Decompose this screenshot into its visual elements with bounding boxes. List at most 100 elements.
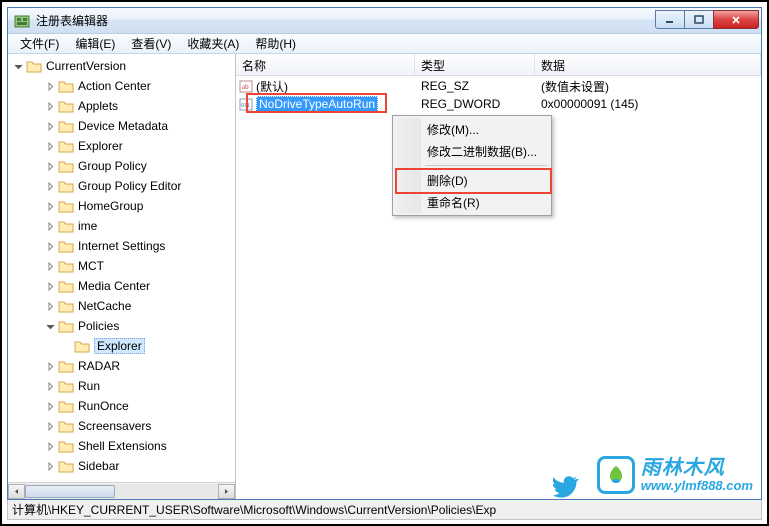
tree-label: Explorer	[78, 139, 123, 153]
column-name[interactable]: 名称	[236, 54, 415, 75]
menubar: 文件(F) 编辑(E) 查看(V) 收藏夹(A) 帮助(H)	[8, 34, 761, 54]
value-data: (数值未设置)	[535, 78, 761, 95]
scrollbar-thumb[interactable]	[25, 485, 115, 498]
chevron-right-icon[interactable]	[44, 420, 56, 432]
tree-item[interactable]: Applets	[8, 96, 235, 116]
close-button[interactable]	[713, 10, 759, 29]
scroll-left-icon[interactable]	[8, 484, 25, 499]
tree-item[interactable]: Shell Extensions	[8, 436, 235, 456]
tree-item[interactable]: MCT	[8, 256, 235, 276]
tree-item[interactable]: Internet Settings	[8, 236, 235, 256]
tree-label: Policies	[78, 319, 119, 333]
context-rename[interactable]: 重命名(R)	[395, 191, 549, 213]
tree-item[interactable]: Group Policy	[8, 156, 235, 176]
chevron-right-icon[interactable]	[44, 200, 56, 212]
scroll-right-icon[interactable]	[218, 484, 235, 499]
tree-label: Sidebar	[78, 459, 119, 473]
tree-item[interactable]: Screensavers	[8, 416, 235, 436]
tree-panel: CurrentVersion Action Center Applets Device…	[8, 54, 236, 499]
app-icon	[14, 13, 30, 29]
chevron-right-icon[interactable]	[44, 160, 56, 172]
chevron-right-icon[interactable]	[44, 440, 56, 452]
chevron-right-icon[interactable]	[44, 280, 56, 292]
value-data: 0x00000091 (145)	[535, 97, 761, 111]
list-row[interactable]: 011NoDriveTypeAutoRunREG_DWORD0x00000091…	[236, 95, 761, 113]
context-separator	[425, 165, 547, 166]
tree-item[interactable]: Sidebar	[8, 456, 235, 476]
menu-edit[interactable]: 编辑(E)	[67, 33, 123, 54]
tree-label: Shell Extensions	[78, 439, 167, 453]
list-header[interactable]: 名称 类型 数据	[236, 54, 761, 76]
tree-scrollbar[interactable]	[8, 482, 235, 499]
tree-label: Run	[78, 379, 100, 393]
context-modify-binary[interactable]: 修改二进制数据(B)...	[395, 140, 549, 162]
tree-item[interactable]: Media Center	[8, 276, 235, 296]
window-title: 注册表编辑器	[34, 12, 656, 29]
watermark-logo-icon	[597, 456, 635, 494]
chevron-right-icon[interactable]	[44, 400, 56, 412]
list-row[interactable]: ab(默认)REG_SZ(数值未设置)	[236, 77, 761, 95]
chevron-right-icon[interactable]	[44, 80, 56, 92]
tree-label: Media Center	[78, 279, 150, 293]
context-delete[interactable]: 删除(D)	[395, 169, 549, 191]
tree-item[interactable]: ime	[8, 216, 235, 236]
tree-item[interactable]: Device Metadata	[8, 116, 235, 136]
tree-item[interactable]: Run	[8, 376, 235, 396]
tree-item[interactable]: RunOnce	[8, 396, 235, 416]
tree-label: RADAR	[78, 359, 120, 373]
chevron-down-icon[interactable]	[44, 320, 56, 332]
context-modify[interactable]: 修改(M)...	[395, 118, 549, 140]
chevron-down-icon[interactable]	[12, 60, 24, 72]
tree-label: Internet Settings	[78, 239, 165, 253]
chevron-right-icon[interactable]	[44, 220, 56, 232]
tree-item[interactable]: CurrentVersion	[8, 56, 235, 76]
svg-text:ab: ab	[242, 83, 249, 91]
tree-item[interactable]: HomeGroup	[8, 196, 235, 216]
context-menu: 修改(M)... 修改二进制数据(B)... 删除(D) 重命名(R)	[392, 115, 552, 216]
tree-label: Device Metadata	[78, 119, 168, 133]
tree-label: CurrentVersion	[46, 59, 126, 73]
chevron-right-icon[interactable]	[44, 120, 56, 132]
tree-label: Applets	[78, 99, 118, 113]
value-type: REG_DWORD	[415, 97, 535, 111]
tree-item[interactable]: Explorer	[8, 336, 235, 356]
minimize-button[interactable]	[655, 10, 685, 29]
chevron-right-icon[interactable]	[44, 240, 56, 252]
tree-label: ime	[78, 219, 97, 233]
chevron-right-icon[interactable]	[44, 140, 56, 152]
tree-label: Group Policy	[78, 159, 147, 173]
chevron-right-icon[interactable]	[44, 260, 56, 272]
statusbar-path: 计算机\HKEY_CURRENT_USER\Software\Microsoft…	[12, 501, 496, 518]
tree-item[interactable]: Policies	[8, 316, 235, 336]
chevron-right-icon[interactable]	[44, 300, 56, 312]
statusbar: 计算机\HKEY_CURRENT_USER\Software\Microsoft…	[7, 500, 762, 520]
chevron-right-icon[interactable]	[44, 180, 56, 192]
tree-label: MCT	[78, 259, 104, 273]
watermark: 雨林木风 www.ylmf888.com	[597, 456, 753, 494]
column-type[interactable]: 类型	[415, 54, 535, 75]
svg-text:011: 011	[241, 103, 250, 109]
tree-item[interactable]: RADAR	[8, 356, 235, 376]
tree-label: Action Center	[78, 79, 151, 93]
chevron-right-icon[interactable]	[44, 460, 56, 472]
watermark-text: 雨林木风	[641, 457, 753, 479]
menu-file[interactable]: 文件(F)	[12, 33, 67, 54]
tree-item[interactable]: Explorer	[8, 136, 235, 156]
tree-label: RunOnce	[78, 399, 129, 413]
tree-item[interactable]: Action Center	[8, 76, 235, 96]
tree-label: Group Policy Editor	[78, 179, 181, 193]
tree-item[interactable]: NetCache	[8, 296, 235, 316]
menu-favorites[interactable]: 收藏夹(A)	[179, 33, 247, 54]
tree-item[interactable]: Group Policy Editor	[8, 176, 235, 196]
menu-help[interactable]: 帮助(H)	[247, 33, 304, 54]
bird-icon	[553, 476, 579, 498]
chevron-right-icon[interactable]	[44, 360, 56, 372]
chevron-right-icon[interactable]	[44, 100, 56, 112]
column-data[interactable]: 数据	[535, 54, 761, 75]
chevron-right-icon[interactable]	[44, 380, 56, 392]
tree-label: NetCache	[78, 299, 131, 313]
value-name: (默认)	[256, 78, 288, 95]
titlebar[interactable]: 注册表编辑器	[8, 8, 761, 34]
menu-view[interactable]: 查看(V)	[123, 33, 179, 54]
maximize-button[interactable]	[684, 10, 714, 29]
